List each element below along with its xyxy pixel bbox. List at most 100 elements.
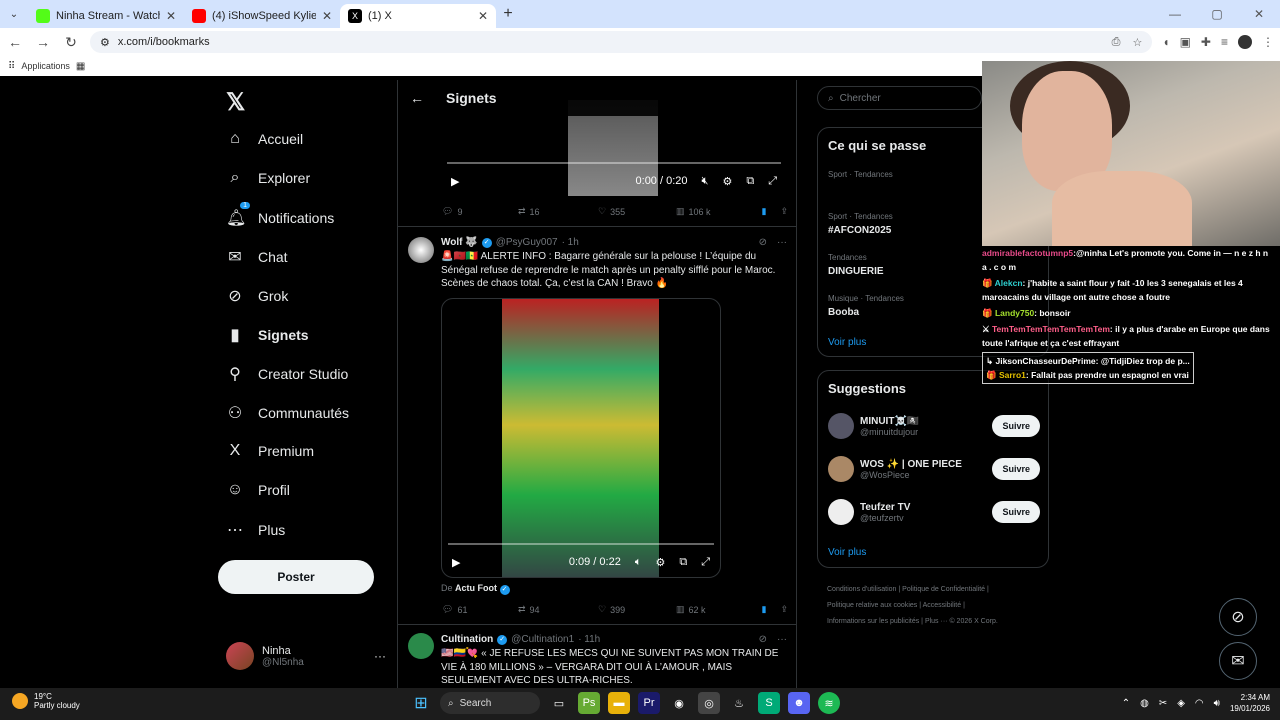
more-options-icon[interactable]: ··· xyxy=(777,237,787,248)
apps-grid-icon[interactable]: ⠿ xyxy=(8,61,15,72)
footer-link[interactable]: Plus ··· xyxy=(925,618,948,625)
clock[interactable]: 2:34 AM 19/01/2026 xyxy=(1230,692,1270,714)
footer-link[interactable]: Politique relative aux cookies xyxy=(827,602,917,609)
minimize-icon[interactable]: — xyxy=(1154,7,1196,21)
video-progress[interactable] xyxy=(447,162,781,164)
sidebar-item-explorer[interactable]: ⌕ Explorer xyxy=(226,169,311,187)
footer-link[interactable]: Accessibilité xyxy=(923,602,962,609)
new-tab-icon[interactable]: + xyxy=(496,5,520,23)
mute-icon[interactable]: 🔇︎ xyxy=(702,175,709,188)
reload-icon[interactable]: ↻ xyxy=(62,34,80,51)
author-handle[interactable]: @Cultination1 xyxy=(511,634,574,645)
follow-button[interactable]: Suivre xyxy=(992,415,1040,437)
share-icon[interactable]: ⇪ xyxy=(780,206,788,217)
grok-icon[interactable]: ⊘ xyxy=(759,634,767,645)
spotify-icon[interactable]: ≋ xyxy=(818,692,840,714)
sidebar-item-plus[interactable]: ⋯ Plus xyxy=(226,520,285,540)
tweet-author-avatar[interactable] xyxy=(408,237,434,263)
more-options-icon[interactable]: ··· xyxy=(777,634,787,645)
suggestion-item[interactable]: Teufzer TV @teufzertv Suivre xyxy=(828,497,1040,527)
tab-x[interactable]: X (1) X ✕ xyxy=(340,4,496,28)
bookmark-icon[interactable]: ▮ xyxy=(762,206,767,217)
app-icon[interactable]: S xyxy=(758,692,780,714)
suggestions-show-more-link[interactable]: Voir plus xyxy=(828,547,866,558)
repost-button[interactable]: ⇄ 16 xyxy=(518,206,598,217)
back-arrow-icon[interactable]: ← xyxy=(410,90,424,106)
steam-icon[interactable]: ♨ xyxy=(728,692,750,714)
like-button[interactable]: ♡ 399 xyxy=(598,604,676,615)
follow-button[interactable]: Suivre xyxy=(992,458,1040,480)
follow-button[interactable]: Suivre xyxy=(992,501,1040,523)
fullscreen-icon[interactable]: ⤢ xyxy=(768,175,777,188)
bookmark-icon[interactable]: ▮ xyxy=(762,604,767,615)
tweet-author-avatar[interactable] xyxy=(408,633,434,659)
x-logo-icon[interactable]: 𝕏 xyxy=(226,88,245,117)
sidebar-item-communautes[interactable]: ⚇ Communautés xyxy=(226,403,349,423)
more-options-icon[interactable]: ··· xyxy=(374,649,386,663)
extension-icon[interactable]: ◖ xyxy=(1162,35,1169,49)
messages-fab-icon[interactable]: ✉ xyxy=(1219,642,1257,680)
sidebar-item-premium[interactable]: X Premium xyxy=(226,442,314,460)
suggestion-item[interactable]: WOS ✨ | ONE PIECE @WosPiece Suivre xyxy=(828,454,1040,484)
star-icon[interactable]: ☆ xyxy=(1132,36,1142,49)
views-button[interactable]: ▥ 62 k xyxy=(676,604,760,615)
wifi-icon[interactable]: ◠ xyxy=(1195,698,1204,709)
share-icon[interactable]: ⇪ xyxy=(780,604,788,615)
tab-groups-icon[interactable]: ▦ xyxy=(76,61,85,72)
tweet-time[interactable]: · 11h xyxy=(578,634,600,645)
pip-icon[interactable]: ⧉ xyxy=(746,175,754,188)
trend-item[interactable]: Sport · Tendances #AFCON2025 xyxy=(828,212,893,236)
tray-app-icon[interactable]: ◈ xyxy=(1177,698,1185,709)
grok-icon[interactable]: ⊘ xyxy=(759,237,767,248)
repost-button[interactable]: ⇄ 94 xyxy=(518,604,598,615)
close-window-icon[interactable]: ✕ xyxy=(1238,7,1280,21)
views-button[interactable]: ▥ 106 k xyxy=(676,206,760,217)
author-name[interactable]: Wolf 🐺 xyxy=(441,237,478,248)
tray-chevron-icon[interactable]: ⌃ xyxy=(1122,698,1130,709)
play-icon[interactable]: ▶ xyxy=(451,175,459,188)
url-field[interactable]: ⚙ x.com/i/bookmarks ⎙ ☆ xyxy=(90,31,1153,53)
obs-icon[interactable]: ◉ xyxy=(668,692,690,714)
account-switcher[interactable]: Ninha @Nl5nha ··· xyxy=(226,642,386,670)
suggestion-item[interactable]: MINUIT☠️🏴‍☠️ @minuitdujour Suivre xyxy=(828,411,1040,441)
taskbar-search[interactable]: ⌕ Search xyxy=(440,692,540,714)
chrome-icon[interactable]: ◎ xyxy=(698,692,720,714)
windows-start-icon[interactable]: ⊞ xyxy=(410,692,432,714)
source-name[interactable]: Actu Foot xyxy=(455,583,497,593)
pip-icon[interactable]: ⧉ xyxy=(679,556,687,569)
menu-icon[interactable]: ⋮ xyxy=(1262,35,1274,49)
task-view-icon[interactable]: ▭ xyxy=(548,692,570,714)
sidebar-item-chat[interactable]: ✉ Chat xyxy=(226,247,287,267)
photoshop-icon[interactable]: Ps xyxy=(578,692,600,714)
grok-fab-icon[interactable]: ⊘ xyxy=(1219,598,1257,636)
video-progress[interactable] xyxy=(448,543,714,545)
sidebar-item-grok[interactable]: ⊘ Grok xyxy=(226,286,288,306)
sidebar-item-notifications[interactable]: 🔔︎ 1 Notifications xyxy=(226,202,334,228)
sidebar-item-profil[interactable]: ☺ Profil xyxy=(226,481,290,499)
puzzle-icon[interactable]: ✚ xyxy=(1201,35,1211,49)
reply-button[interactable]: 💬︎ 61 xyxy=(442,604,518,615)
sidebar-item-accueil[interactable]: ⌂ Accueil xyxy=(226,130,303,148)
footer-link[interactable]: Conditions d'utilisation xyxy=(827,586,896,593)
close-tab-icon[interactable]: ✕ xyxy=(166,9,176,23)
trends-show-more-link[interactable]: Voir plus xyxy=(828,337,866,348)
sidebar-item-signets[interactable]: ▮ Signets xyxy=(226,325,309,345)
discord-icon[interactable]: ☻ xyxy=(788,692,810,714)
avatar-icon[interactable] xyxy=(1238,35,1252,49)
trend-item[interactable]: Musique · Tendances Booba xyxy=(828,294,904,318)
settings-icon[interactable]: ⚙ xyxy=(655,556,665,569)
tab-youtube[interactable]: (4) iShowSpeed Kylie Jenner Li ✕ xyxy=(184,4,340,28)
media-icon[interactable]: ≡ xyxy=(1221,35,1228,49)
tray-app-icon[interactable]: ✂ xyxy=(1159,698,1167,709)
tab-search-chevron-icon[interactable]: ⌄ xyxy=(0,9,28,20)
tweet-video[interactable]: ▶ 0:09 / 0:22 🔈︎ ⚙ ⧉ ⤢ xyxy=(441,298,721,578)
install-icon[interactable]: ⎙ xyxy=(1112,36,1121,49)
tray-app-icon[interactable]: ◍ xyxy=(1140,698,1149,709)
forward-icon[interactable]: → xyxy=(34,34,52,50)
close-tab-icon[interactable]: ✕ xyxy=(322,9,332,23)
fullscreen-icon[interactable]: ⤢ xyxy=(701,556,710,569)
file-explorer-icon[interactable]: ▬ xyxy=(608,692,630,714)
tab-ninha-stream[interactable]: Ninha Stream - Watch Live on ✕ xyxy=(28,4,184,28)
footer-link[interactable]: Informations sur les publicités xyxy=(827,618,919,625)
volume-icon[interactable]: 🔈︎ xyxy=(635,556,642,569)
